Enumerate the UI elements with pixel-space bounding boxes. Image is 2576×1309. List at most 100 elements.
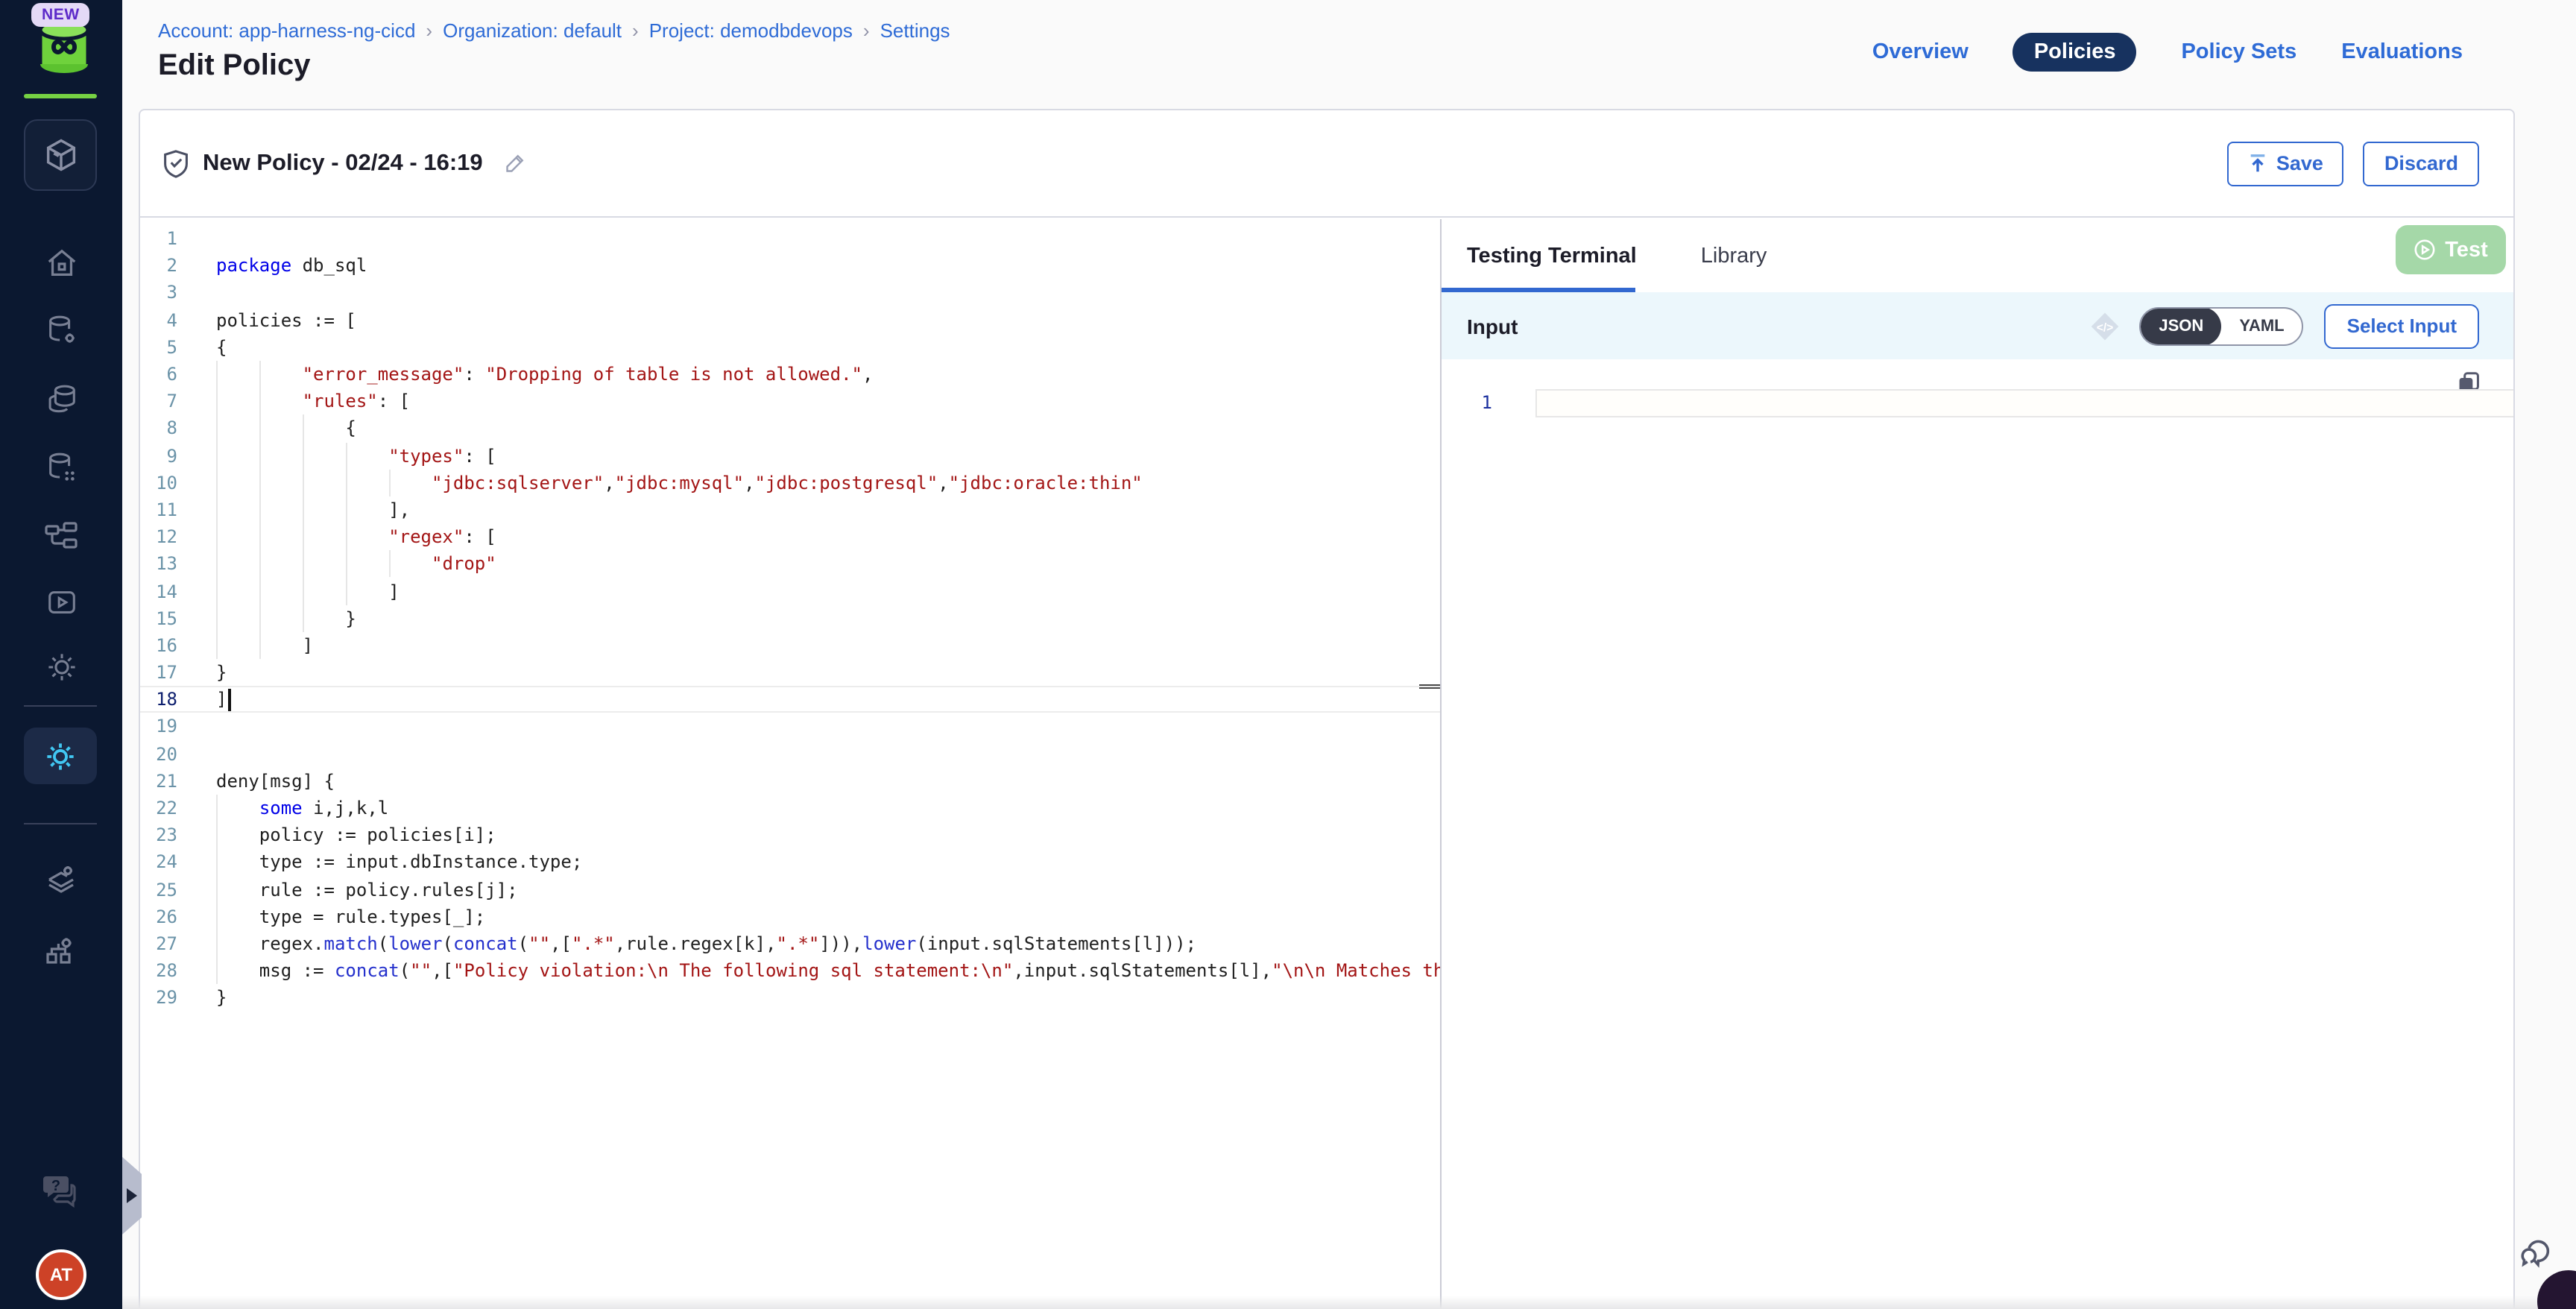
code-line-content: ], [216,496,1440,523]
editor-line[interactable]: 13 "drop" [140,551,1440,578]
indent-guide [216,821,218,848]
format-toggle[interactable]: JSON YAML [2139,306,2303,345]
editor-line[interactable]: 15 } [140,605,1440,631]
sidebar: NEW [0,0,122,1309]
code-line-content: some i,j,k,l [216,795,1440,821]
code-editor[interactable]: 12package db_sql34policies := [5{6 "erro… [140,219,1442,1309]
editor-line[interactable]: 20 [140,740,1440,767]
editor-line[interactable]: 1 [140,225,1440,252]
help-button[interactable]: ? [0,1172,122,1208]
editor-line[interactable]: 4policies := [ [140,306,1440,333]
editor-line[interactable]: 8 { [140,415,1440,442]
indent-guide [303,442,304,469]
harness-dbops-logo[interactable] [33,18,95,78]
indent-guide [216,795,218,821]
indent-guide [259,632,261,659]
editor-line[interactable]: 17} [140,659,1440,686]
save-button[interactable]: Save [2227,141,2344,186]
editor-line[interactable]: 19 [140,713,1440,740]
indent-guide [216,876,218,903]
editor-line[interactable]: 11 ], [140,496,1440,523]
sidebar-item-settings[interactable] [0,650,122,684]
editor-line[interactable]: 16 ] [140,632,1440,659]
module-selector[interactable] [24,119,97,191]
editor-line[interactable]: 6 "error_message": "Dropping of table is… [140,361,1440,388]
line-number: 21 [140,771,177,792]
indent-guide [216,469,218,496]
tab-library[interactable]: Library [1701,244,1767,268]
code-line-content [216,713,1440,740]
testing-tabs: Testing Terminal Library Test [1442,219,2513,292]
editor-line[interactable]: 9 "types": [ [140,442,1440,469]
chat-bubbles-icon[interactable] [2513,1233,2552,1270]
editor-line[interactable]: 12 "regex": [ [140,523,1440,550]
tab-testing-terminal[interactable]: Testing Terminal [1467,244,1637,268]
sidebar-item-executions[interactable] [0,586,122,620]
sidebar-item-db-settings[interactable] [0,313,122,347]
sidebar-item-flows[interactable] [0,522,122,552]
editor-line[interactable]: 18] [140,686,1440,713]
test-button[interactable]: Test [2396,225,2506,274]
indent-guide [345,469,347,496]
tab-evaluations[interactable]: Evaluations [2341,40,2463,64]
editor-line[interactable]: 2package db_sql [140,252,1440,279]
tab-overview[interactable]: Overview [1872,40,1969,64]
new-badge: NEW [31,3,90,27]
editor-line[interactable]: 25 rule := policy.rules[j]; [140,876,1440,903]
sidebar-item-infrastructure[interactable] [0,933,122,969]
input-editor[interactable]: 1 [1442,359,2513,1309]
play-box-icon [44,586,78,620]
breadcrumb-settings[interactable]: Settings [880,19,950,42]
editor-line[interactable]: 14 ] [140,578,1440,605]
editor-line[interactable]: 27 regex.match(lower(concat("",[".*",rul… [140,930,1440,957]
select-input-button[interactable]: Select Input [2325,303,2479,348]
chat-widget-blob[interactable] [2537,1270,2576,1309]
sidebar-item-db-stack[interactable] [0,382,122,416]
indent-guide [259,605,261,631]
shield-check-icon [162,148,189,178]
tab-policies[interactable]: Policies [2013,33,2137,72]
editor-line[interactable]: 26 type = rule.types[_]; [140,903,1440,930]
editor-line[interactable]: 3 [140,280,1440,306]
indent-guide [216,523,218,550]
policy-editor-card: New Policy - 02/24 - 16:19 Save D [139,109,2515,1309]
toggle-yaml[interactable]: YAML [2221,306,2302,345]
line-number: 11 [140,499,177,520]
input-current-line[interactable] [1535,389,2513,417]
sidebar-item-environments[interactable] [0,862,122,898]
editor-line[interactable]: 22 some i,j,k,l [140,795,1440,821]
editor-line[interactable]: 5{ [140,334,1440,361]
editor-line[interactable]: 21deny[msg] { [140,768,1440,795]
sidebar-item-home[interactable] [0,246,122,280]
breadcrumb-account[interactable]: Account: app-harness-ng-cicd [158,19,415,42]
database-dots-icon [44,450,78,485]
code-line-content: } [216,659,1440,686]
indent-guide [216,361,218,388]
sidebar-item-db-instances[interactable] [0,450,122,485]
editor-line[interactable]: 24 type := input.dbInstance.type; [140,849,1440,876]
indent-guide [345,496,347,523]
toggle-json[interactable]: JSON [2141,306,2221,345]
testing-panel: Testing Terminal Library Test Input [1442,219,2513,1309]
page-title: Edit Policy [158,49,311,83]
breadcrumb-organization[interactable]: Organization: default [443,19,622,42]
breadcrumb-project[interactable]: Project: demodbdevops [649,19,853,42]
editor-line[interactable]: 23 policy := policies[i]; [140,821,1440,848]
code-line-content: { [216,415,1440,442]
test-label: Test [2445,238,2488,262]
sidebar-item-policies-active[interactable] [24,728,97,784]
editor-line[interactable]: 29} [140,985,1440,1012]
user-avatar[interactable]: AT [36,1249,86,1300]
discard-button[interactable]: Discard [2364,141,2479,186]
breadcrumb: Account: app-harness-ng-cicd › Organizat… [158,19,950,42]
edit-pencil-icon[interactable] [504,152,526,174]
editor-line[interactable]: 10 "jdbc:sqlserver","jdbc:mysql","jdbc:p… [140,469,1440,496]
line-number: 29 [140,988,177,1009]
line-number: 12 [140,526,177,547]
tab-policy-sets[interactable]: Policy Sets [2181,40,2296,64]
indent-guide [345,523,347,550]
editor-line[interactable]: 7 "rules": [ [140,388,1440,414]
editor-line[interactable]: 28 msg := concat("",["Policy violation:\… [140,957,1440,984]
text-cursor [228,689,230,711]
indent-guide [216,849,218,876]
